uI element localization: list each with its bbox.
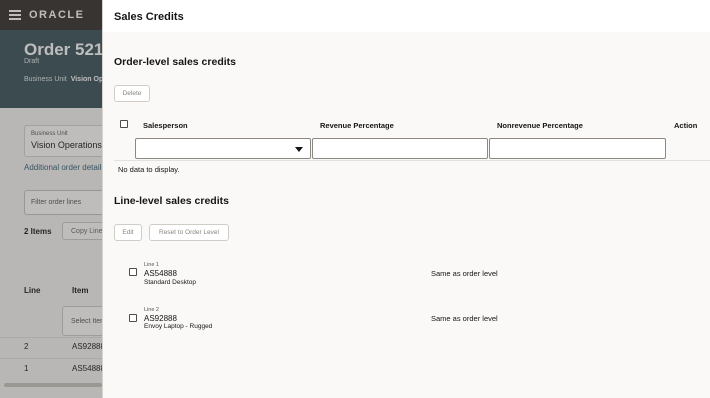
line-item-description: Standard Desktop [144,279,197,286]
line-label: Line 1 [144,262,159,268]
select-all-checkbox[interactable] [120,120,128,128]
line-level-heading: Line-level sales credits [114,195,229,207]
drawer-title: Sales Credits [114,11,184,23]
reset-to-order-level-button[interactable]: Reset to Order Level [149,224,229,241]
column-header-nonrevenue-percentage: Nonrevenue Percentage [497,121,583,130]
drawer-header: Sales Credits [103,0,710,32]
column-header-revenue-percentage: Revenue Percentage [320,121,394,130]
delete-button[interactable]: Delete [114,85,150,102]
nonrevenue-percentage-input[interactable] [489,138,666,159]
column-header-salesperson: Salesperson [143,121,188,130]
order-level-heading: Order-level sales credits [114,56,236,68]
line-item-description: Envoy Laptop - Rugged [144,323,213,330]
line-item-number: AS54888 [144,269,177,278]
chevron-down-icon [295,147,303,152]
line-item-number: AS92888 [144,314,177,323]
salesperson-select[interactable] [135,138,311,159]
line-credit-status: Same as order level [431,314,498,323]
sales-credits-drawer: Sales Credits Order-level sales credits … [102,0,710,398]
no-data-message: No data to display. [118,165,180,174]
column-header-action: Action [674,121,698,130]
edit-button[interactable]: Edit [114,224,142,241]
line-checkbox[interactable] [129,314,137,322]
line-credit-status: Same as order level [431,269,498,278]
table-divider [114,160,710,161]
line-label: Line 2 [144,307,159,313]
line-checkbox[interactable] [129,268,137,276]
revenue-percentage-input[interactable] [312,138,488,159]
